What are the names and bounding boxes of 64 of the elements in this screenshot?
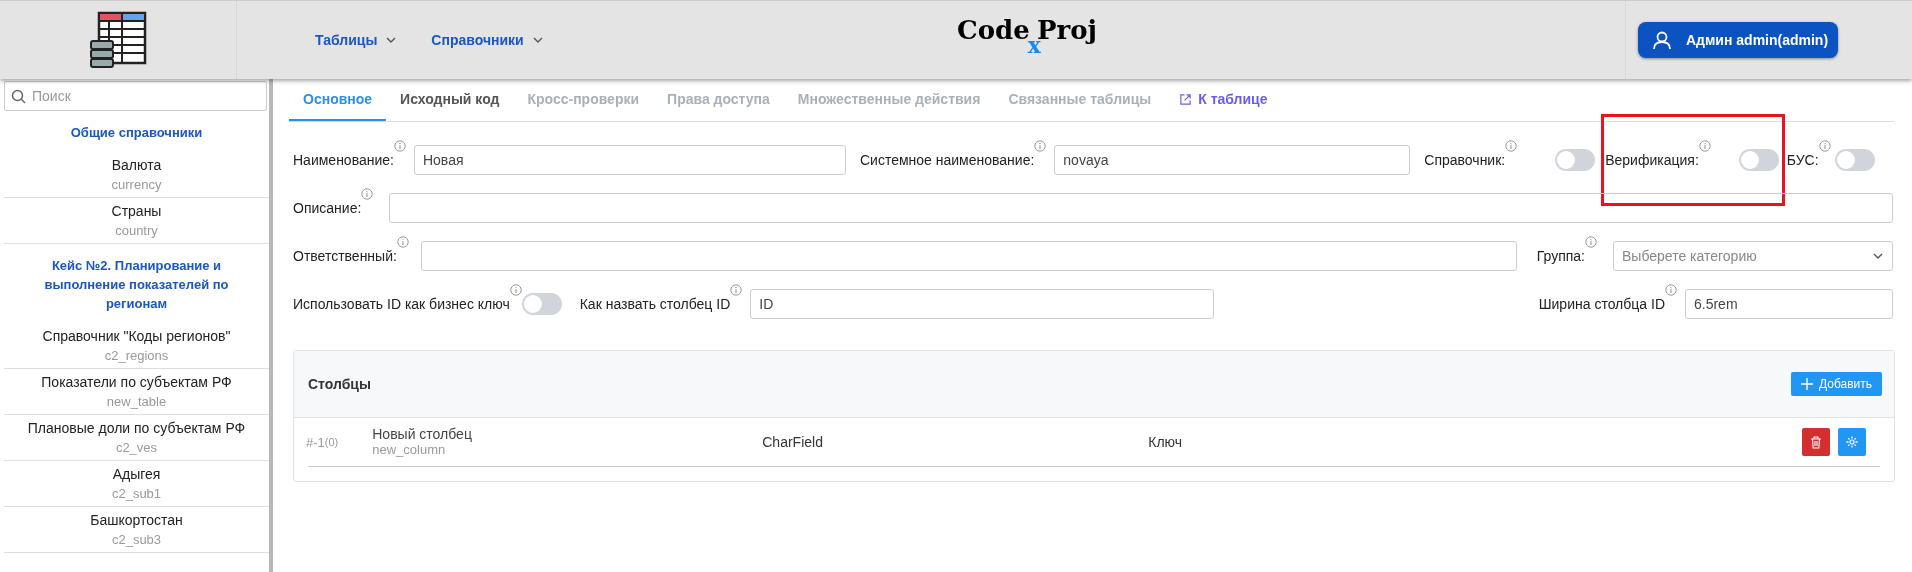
field-label: Ответственный: <box>293 248 397 264</box>
user-icon <box>1652 30 1672 50</box>
user-button[interactable]: Админ admin(admin) <box>1638 22 1839 58</box>
column-code: new_column <box>372 442 447 458</box>
panel-title: Столбцы <box>308 376 371 392</box>
tab[interactable]: Исходный код <box>386 79 514 121</box>
table-link[interactable]: К таблице <box>1165 79 1282 121</box>
field-label: Группа: <box>1536 248 1585 264</box>
column-type: CharField <box>762 434 824 450</box>
nav-menu[interactable]: Таблицы <box>315 32 398 48</box>
spreadsheet-icon <box>89 11 147 69</box>
info-icon <box>1665 284 1677 296</box>
info-icon <box>1585 236 1597 248</box>
search-field[interactable]: Поиск <box>4 81 267 111</box>
sidebar-item[interactable]: Валюта currency <box>4 152 269 198</box>
toggle-switch[interactable] <box>1834 149 1875 171</box>
input-field[interactable]: 6.5rem <box>1685 289 1893 319</box>
external-link-icon <box>1179 92 1193 106</box>
toggle-switch[interactable] <box>1555 149 1596 171</box>
field-label: Наименование: <box>293 152 394 168</box>
field-label: Справочник: <box>1424 152 1506 168</box>
field-label: Ширина столбца ID <box>1538 296 1665 312</box>
info-icon <box>730 284 743 296</box>
info-icon <box>1698 140 1711 152</box>
group-title: Общие справочники <box>69 124 204 142</box>
sidebar-item[interactable]: Плановые доли по субъектам РФ c2_ves <box>4 415 269 461</box>
input-field[interactable]: ID <box>750 289 1215 319</box>
sidebar-item[interactable]: Показатели по субъектам РФ new_table <box>4 369 269 415</box>
info-icon <box>1034 140 1047 152</box>
input-field[interactable]: Новая <box>413 145 846 175</box>
sidebar-item[interactable]: Страны country <box>4 198 269 244</box>
field-label: Использовать ID как бизнес ключ <box>293 296 510 312</box>
settings-button[interactable] <box>1838 428 1866 456</box>
toggle-switch[interactable] <box>1738 149 1779 171</box>
column-count: (0) <box>324 436 339 448</box>
info-icon <box>396 236 409 248</box>
info-icon <box>393 140 406 152</box>
plus-icon <box>1800 378 1813 390</box>
sidebar-item[interactable]: Адыгея c2_sub1 <box>4 461 269 507</box>
category-select[interactable]: Выберете категорию <box>1613 241 1893 271</box>
input-field[interactable]: novaya <box>1054 145 1411 175</box>
field-label: БУС: <box>1786 152 1819 168</box>
input-field[interactable] <box>420 241 1517 271</box>
input-field[interactable] <box>389 193 1893 223</box>
search-icon <box>11 89 26 104</box>
trash-icon <box>1809 435 1823 449</box>
info-icon <box>509 284 522 296</box>
sidebar-item[interactable]: Справочник "Коды регионов" c2_regions <box>4 323 269 369</box>
info-icon <box>361 188 374 200</box>
group-title: Кейс №2. Планирование и выполнение показателей по регионам <box>43 257 230 313</box>
field-label: Как назвать столбец ID <box>579 296 731 312</box>
info-icon <box>1505 140 1518 152</box>
toggle-switch[interactable] <box>521 293 562 315</box>
gear-icon <box>1845 435 1859 449</box>
field-label: Верификация: <box>1605 152 1699 168</box>
field-label: Описание: <box>293 200 362 216</box>
column-name: Новый столбец <box>372 426 473 442</box>
delete-button[interactable] <box>1802 428 1830 456</box>
sidebar-item[interactable]: Башкортостан c2_sub3 <box>4 507 269 553</box>
column-number: #-1 <box>306 434 325 450</box>
nav-menu[interactable]: Справочники <box>431 32 544 48</box>
field-label: Системное наименование: <box>859 152 1035 168</box>
info-icon <box>1818 140 1831 152</box>
table-cell-text: Ключ <box>1148 434 1184 450</box>
